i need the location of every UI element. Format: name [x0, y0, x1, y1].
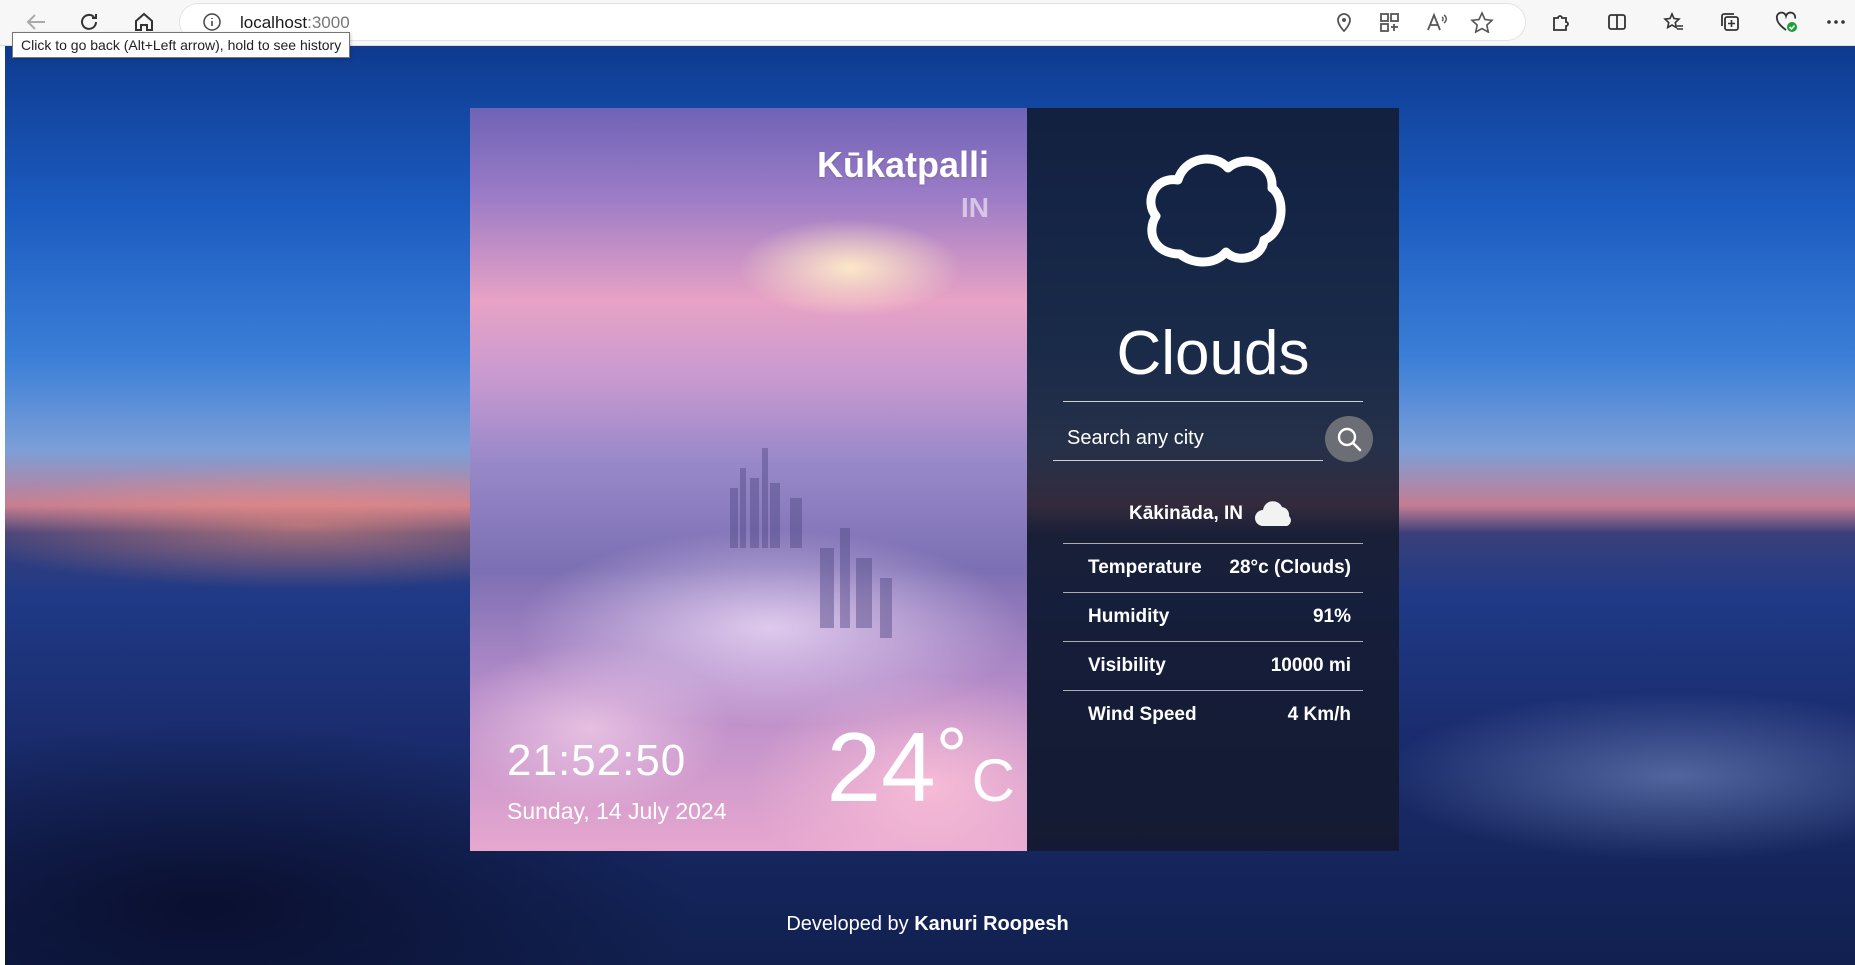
footer-credit: Developed by Kanuri Roopesh [0, 913, 1855, 936]
url-text[interactable]: localhost:3000 [240, 13, 350, 33]
stat-value: 28°c (Clouds) [1229, 557, 1351, 578]
weather-condition: Clouds [1116, 319, 1310, 388]
refresh-icon [81, 13, 97, 30]
read-aloud-icon[interactable] [1425, 11, 1449, 33]
info-icon[interactable] [202, 12, 222, 32]
divider [1063, 401, 1363, 402]
city-name: Kūkatpalli [816, 144, 989, 185]
back-arrow-icon [26, 14, 45, 30]
stat-value: 91% [1312, 606, 1351, 627]
url-port: :3000 [307, 13, 350, 32]
temperature-unit: C [971, 747, 1015, 814]
footer-author: Kanuri Roopesh [914, 913, 1069, 935]
stat-row-visibility: Visibility 10000 mi [1063, 641, 1363, 690]
split-screen-button[interactable] [1601, 7, 1633, 37]
temperature-value: 24 [826, 712, 936, 822]
country-code: IN [961, 192, 989, 223]
browser-essentials-button[interactable] [1770, 7, 1802, 37]
search-button[interactable] [1325, 416, 1373, 462]
degree-symbol: ° [935, 711, 968, 800]
stat-label: Wind Speed [1088, 704, 1197, 725]
weather-hero-panel: Kūkatpalli IN 21:52:50 Sunday, 14 July 2… [470, 108, 1027, 851]
cloud-icon [1146, 154, 1286, 267]
stat-label: Visibility [1088, 655, 1166, 676]
stat-label: Humidity [1088, 606, 1170, 627]
app-available-icon[interactable] [1378, 11, 1402, 33]
weather-app: Kūkatpalli IN 21:52:50 Sunday, 14 July 2… [470, 108, 1399, 851]
cloud-icon [1255, 501, 1291, 526]
stat-row-wind-speed: Wind Speed 4 Km/h [1063, 690, 1363, 739]
favorites-button[interactable] [1658, 7, 1690, 37]
searched-location: Kākināda, IN [1027, 500, 1399, 528]
stat-label: Temperature [1088, 557, 1202, 578]
collections-button[interactable] [1714, 7, 1746, 37]
footer-prefix: Developed by [786, 913, 915, 935]
url-host: localhost [240, 13, 308, 32]
back-button-tooltip: Click to go back (Alt+Left arrow), hold … [12, 32, 351, 58]
stat-value: 10000 mi [1270, 655, 1351, 676]
more-dots-icon [1827, 20, 1845, 24]
favorite-star-icon[interactable] [1470, 11, 1494, 33]
searched-location-label: Kākināda, IN [1128, 503, 1244, 524]
current-time: 21:52:50 [507, 736, 687, 785]
address-bar[interactable]: localhost:3000 [180, 4, 1525, 40]
location-pin-icon[interactable] [1332, 11, 1356, 33]
weather-stats: Temperature 28°c (Clouds) Humidity 91% V… [1063, 543, 1363, 739]
stat-row-humidity: Humidity 91% [1063, 592, 1363, 641]
stat-value: 4 Km/h [1287, 704, 1351, 725]
weather-details-panel: Clouds Kākināda, IN Temperature 28°c (Cl… [1027, 108, 1399, 851]
home-icon [135, 12, 153, 31]
current-date: Sunday, 14 July 2024 [507, 798, 727, 824]
search-icon [1337, 427, 1362, 452]
stat-row-temperature: Temperature 28°c (Clouds) [1063, 543, 1363, 592]
collections-icon [1721, 13, 1739, 31]
split-screen-icon [1608, 14, 1626, 30]
city-search-input[interactable] [1053, 417, 1323, 461]
settings-more-button[interactable] [1820, 7, 1852, 37]
favorites-list-icon [1663, 12, 1683, 30]
current-temperature: 24 ° C [826, 711, 1015, 822]
city-skyline-graphic [730, 448, 892, 638]
heart-pulse-icon [1775, 11, 1797, 32]
puzzle-icon [1553, 15, 1569, 31]
extensions-button[interactable] [1545, 7, 1577, 37]
